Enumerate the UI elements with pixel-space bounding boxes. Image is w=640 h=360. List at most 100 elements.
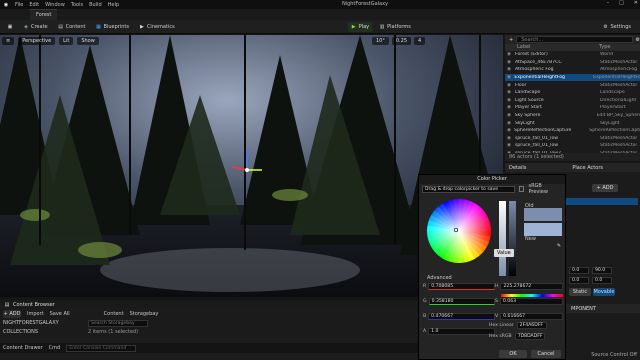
cb-path-storagebay[interactable]: Storagebay bbox=[130, 311, 159, 317]
value-slider[interactable] bbox=[509, 201, 516, 276]
source-control-status[interactable]: Source Control Off bbox=[591, 352, 637, 358]
movable-toggle[interactable]: Movable bbox=[593, 288, 615, 296]
outliner-row[interactable]: ◉ Floor StaticMeshActor bbox=[505, 81, 640, 89]
angle-snap-button[interactable]: 10° bbox=[372, 37, 389, 45]
lit-button[interactable]: Lit bbox=[59, 37, 74, 45]
platforms-button[interactable]: ▥ Platforms bbox=[376, 22, 414, 32]
saturation-field[interactable]: 0.063 bbox=[499, 298, 563, 305]
cb-path-content[interactable]: Content bbox=[104, 311, 124, 317]
transform-y[interactable]: 90.0 bbox=[592, 267, 612, 274]
perspective-button[interactable]: Perspective bbox=[18, 37, 56, 45]
col-label[interactable]: Label bbox=[505, 44, 599, 51]
save-button[interactable]: ▣ bbox=[4, 22, 16, 32]
visibility-eye-icon[interactable]: ◉ bbox=[505, 60, 515, 65]
visibility-eye-icon[interactable]: ◉ bbox=[505, 136, 515, 141]
cancel-button[interactable]: Cancel bbox=[531, 350, 561, 358]
import-button[interactable]: Import bbox=[27, 311, 44, 317]
outliner-row[interactable]: ◉ AtlSpace_46E7B7CC StaticMeshActor bbox=[505, 59, 640, 67]
maximize-icon[interactable]: □ bbox=[619, 0, 624, 6]
menu-build[interactable]: Build bbox=[89, 2, 102, 8]
visibility-eye-icon[interactable]: ◉ bbox=[505, 90, 515, 95]
show-button[interactable]: Show bbox=[77, 37, 99, 45]
outliner-search-input[interactable]: Search... bbox=[516, 36, 633, 43]
visibility-eye-icon[interactable]: ◉ bbox=[505, 128, 514, 133]
content-drawer-button[interactable]: Content Drawer bbox=[3, 345, 43, 351]
color-wheel[interactable] bbox=[425, 197, 493, 265]
menu-edit[interactable]: Edit bbox=[29, 2, 39, 8]
collections-header[interactable]: COLLECTIONS bbox=[3, 329, 88, 335]
hex-linear-field[interactable]: 2F4A6DFF bbox=[516, 322, 547, 329]
save-all-button[interactable]: Save All bbox=[50, 311, 70, 317]
eyedropper-icon[interactable]: ✎ bbox=[556, 243, 562, 249]
blueprints-button[interactable]: ▦ Blueprints bbox=[93, 22, 132, 32]
menu-tools[interactable]: Tools bbox=[71, 2, 83, 8]
green-field[interactable]: 0.358180 bbox=[428, 298, 495, 305]
checkbox-icon[interactable] bbox=[518, 186, 525, 192]
cb-search-input[interactable]: Search Storagebay bbox=[88, 319, 148, 327]
visibility-eye-icon[interactable]: ◉ bbox=[505, 83, 515, 88]
cinematics-button[interactable]: ▶ Cinematics bbox=[136, 22, 178, 32]
details-add-button[interactable]: + ADD bbox=[592, 184, 618, 192]
transform-z[interactable]: 0.0 bbox=[569, 277, 589, 284]
play-label: Play bbox=[358, 23, 370, 30]
outliner-row[interactable]: ◉ SkyLight SkyLight bbox=[505, 119, 640, 127]
level-tab[interactable]: Forest bbox=[30, 9, 58, 20]
menu-file[interactable]: File bbox=[15, 2, 23, 8]
col-type[interactable]: Type bbox=[599, 44, 610, 51]
visibility-eye-icon[interactable]: ◉ bbox=[505, 143, 515, 148]
visibility-eye-icon[interactable]: ◉ bbox=[505, 75, 514, 80]
red-field[interactable]: 0.708085 bbox=[428, 283, 495, 290]
transform-w[interactable]: 0.0 bbox=[592, 277, 612, 284]
blue-field[interactable]: 0.470667 bbox=[428, 313, 495, 320]
outliner-row[interactable]: ◉ Atmospheric Fog AtmosphericFog bbox=[505, 66, 640, 74]
content-button[interactable]: ▤ Content bbox=[55, 22, 89, 32]
static-toggle[interactable]: Static bbox=[569, 288, 591, 296]
save-icon: ▣ bbox=[7, 23, 13, 30]
camera-speed-button[interactable]: 4 bbox=[414, 37, 426, 45]
play-button[interactable]: ▶ Play bbox=[347, 21, 373, 32]
ok-button[interactable]: OK bbox=[499, 350, 527, 358]
menu-help[interactable]: Help bbox=[108, 2, 119, 8]
color-sampler-field[interactable]: Drag & drop colorpicker to save bbox=[422, 185, 515, 193]
outliner-row[interactable]: ◉ spruce_fall_01_low StaticMeshActor bbox=[505, 135, 640, 143]
window-title: NightForestGalaxy bbox=[341, 1, 389, 7]
tree-root[interactable]: NIGHTFORESTGALAXY bbox=[3, 320, 88, 326]
visibility-eye-icon[interactable]: ◉ bbox=[505, 98, 515, 103]
content-browser-title[interactable]: Content Browser bbox=[13, 302, 55, 308]
close-icon[interactable]: ✕ bbox=[634, 0, 638, 6]
console-input[interactable]: Enter Console Command bbox=[66, 344, 137, 352]
viewport-menu-button[interactable]: ≡ bbox=[2, 37, 15, 45]
scale-snap-button[interactable]: 0.25 bbox=[391, 37, 412, 45]
menu-window[interactable]: Window bbox=[45, 2, 65, 8]
transform-x[interactable]: 0.0 bbox=[569, 267, 589, 274]
hex-srgb-field[interactable]: 7D8DADFF bbox=[514, 333, 545, 340]
visibility-eye-icon[interactable]: ◉ bbox=[505, 113, 515, 118]
outliner-row[interactable]: ◉ SphereReflectionCapture SphereReflection… bbox=[505, 127, 640, 135]
cb-add-button[interactable]: + ADD bbox=[3, 310, 21, 318]
create-button[interactable]: ◈ Create bbox=[20, 22, 51, 32]
advanced-toggle[interactable]: Advanced bbox=[427, 275, 452, 281]
outliner-row[interactable]: ◉ Light Source DirectionalLight bbox=[505, 97, 640, 105]
outliner-row[interactable]: ◉ spruce_fall_01_low StaticMeshActor bbox=[505, 142, 640, 150]
outliner-add-icon[interactable]: + bbox=[509, 37, 513, 43]
tab-place-actors[interactable]: Place Actors bbox=[572, 165, 603, 171]
visibility-eye-icon[interactable]: ◉ bbox=[505, 105, 515, 110]
settings-icon[interactable]: ⚙ bbox=[636, 37, 640, 43]
saturation-slider[interactable] bbox=[499, 201, 506, 276]
hue-slider[interactable] bbox=[501, 294, 563, 297]
outliner-row[interactable]: ◉ ExponentialHeightFog ExponentialHeightFo… bbox=[505, 73, 640, 82]
outliner-row[interactable]: ◉ Sky Sphere Edit BP_Sky_Sphere bbox=[505, 112, 640, 120]
outliner-row[interactable]: ◉ Forest (Editor) World bbox=[505, 51, 640, 59]
value-field[interactable]: 0.616667 bbox=[500, 313, 563, 320]
visibility-eye-icon[interactable]: ◉ bbox=[505, 121, 515, 126]
hue-field[interactable]: 225.278672 bbox=[500, 283, 563, 290]
settings-button[interactable]: ⚙ Settings bbox=[599, 22, 634, 32]
cmd-button[interactable]: Cmd bbox=[49, 345, 61, 351]
outliner-row[interactable]: ◉ Player Start PlayerStart bbox=[505, 104, 640, 112]
minimize-icon[interactable]: – bbox=[607, 0, 610, 6]
alpha-field[interactable]: 1.0 bbox=[428, 328, 495, 335]
tab-details[interactable]: Details bbox=[509, 165, 526, 171]
visibility-eye-icon[interactable]: ◉ bbox=[505, 52, 515, 57]
outliner-row[interactable]: ◉ LandScape Landscape bbox=[505, 89, 640, 97]
visibility-eye-icon[interactable]: ◉ bbox=[505, 67, 515, 72]
